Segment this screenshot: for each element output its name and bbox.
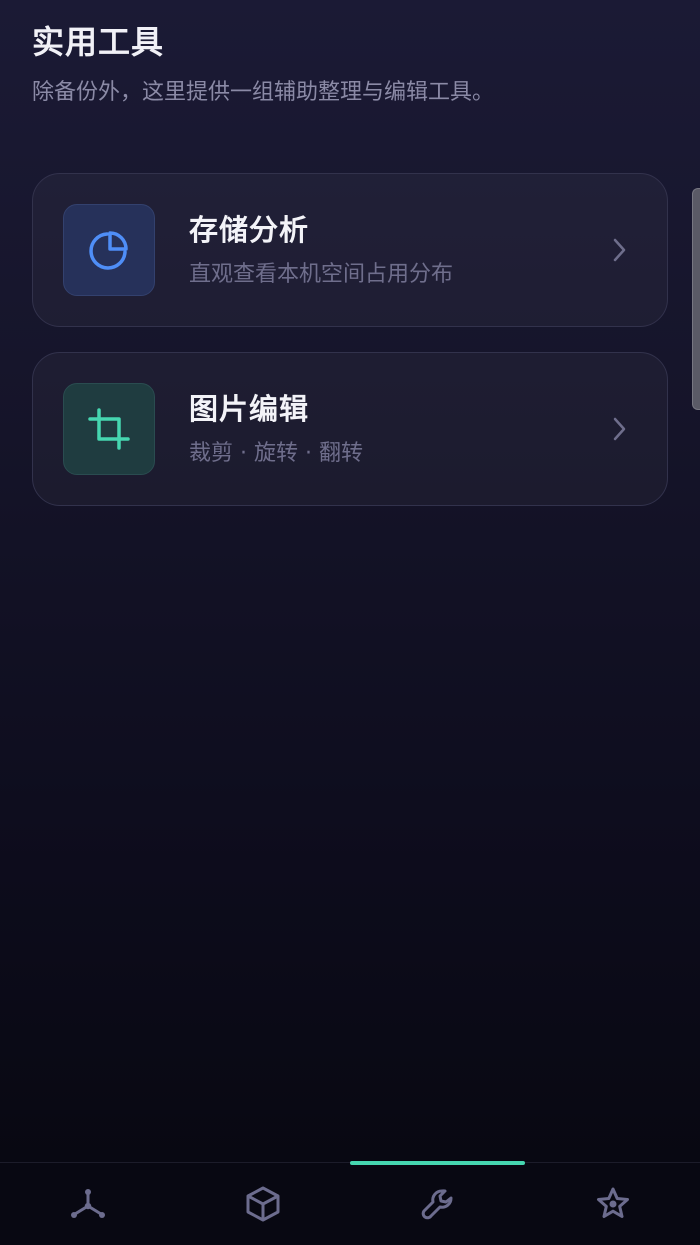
image-edit-icon-tile <box>63 383 155 475</box>
nav-item-tools[interactable] <box>350 1161 525 1245</box>
wrench-icon <box>421 1189 452 1220</box>
nav-item-network[interactable] <box>0 1163 175 1245</box>
card-description: 裁剪 · 旋转 · 翻转 <box>189 441 363 466</box>
box-icon <box>246 1186 279 1222</box>
nav-item-favorites[interactable] <box>525 1163 700 1245</box>
network-icon <box>70 1189 105 1218</box>
image-edit-card[interactable]: 图片编辑 裁剪 · 旋转 · 翻转 <box>32 352 668 506</box>
crop-icon <box>88 408 130 450</box>
storage-analysis-card[interactable]: 存储分析 直观查看本机空间占用分布 <box>32 173 668 327</box>
scroll-indicator[interactable] <box>692 188 700 410</box>
active-tab-indicator <box>350 1161 525 1165</box>
chevron-right-icon <box>613 238 626 262</box>
pie-chart-icon <box>89 231 128 270</box>
star-icon <box>596 1187 629 1218</box>
chevron-right-icon <box>613 417 626 441</box>
card-title: 存储分析 <box>189 213 310 247</box>
card-title: 图片编辑 <box>189 392 310 426</box>
page-title: 实用工具 <box>32 23 165 61</box>
storage-icon-tile <box>63 204 155 296</box>
card-description: 直观查看本机空间占用分布 <box>189 262 454 287</box>
nav-item-box[interactable] <box>175 1163 350 1245</box>
bottom-navigation <box>0 1161 700 1245</box>
page-subtitle: 除备份外，这里提供一组辅助整理与编辑工具。 <box>32 80 495 105</box>
